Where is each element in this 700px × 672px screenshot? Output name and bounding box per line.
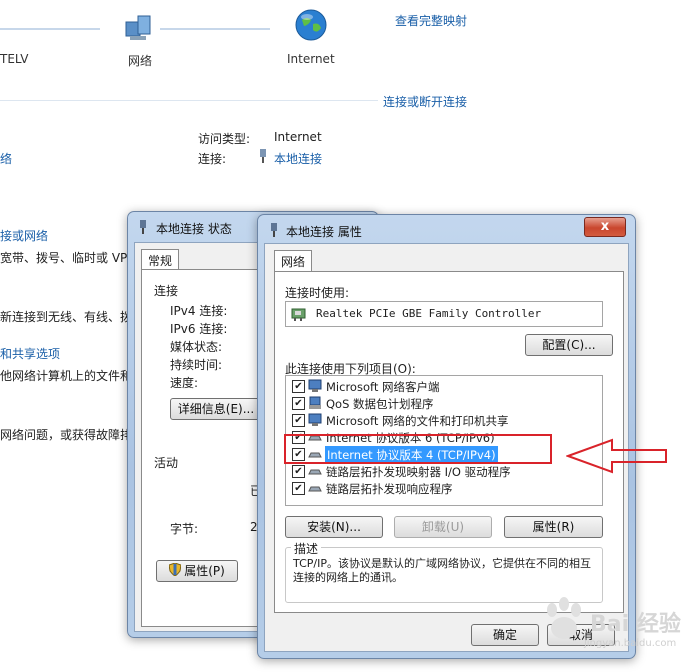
details-button[interactable]: 详细信息(E)...: [170, 398, 262, 420]
duration-label: 持续时间:: [170, 358, 223, 372]
status-properties-label: 属性(P): [184, 564, 225, 578]
item-checkbox[interactable]: ✔: [292, 482, 305, 495]
left-task-desc: 宽带、拨号、临时或 VP: [0, 251, 128, 265]
connection-icon: [137, 219, 149, 238]
list-item[interactable]: ✔ 链路层拓扑发现响应程序: [286, 480, 602, 497]
status-properties-button[interactable]: 属性(P): [156, 560, 238, 582]
protocol-icon: [308, 481, 322, 498]
ipv6-connectivity-label: IPv6 连接:: [170, 322, 228, 336]
left-task-desc: 网络问题，或获得故障排: [0, 428, 133, 442]
map-node-label: 网络: [128, 54, 153, 68]
properties-dialog-title: 本地连接 属性: [286, 225, 362, 239]
map-node-label: TELV: [0, 52, 29, 66]
watermark-text: Bai 经验: [590, 612, 681, 637]
speed-label: 速度:: [170, 376, 199, 390]
item-label: 链路层拓扑发现映射器 I/O 驱动程序: [326, 465, 511, 479]
left-task-desc: 他网络计算机上的文件和: [0, 369, 133, 383]
bytes-label: 字节:: [170, 522, 199, 536]
connect-using-label: 连接时使用:: [285, 286, 350, 300]
item-checkbox[interactable]: ✔: [292, 465, 305, 478]
left-link[interactable]: 络: [0, 150, 12, 167]
adapter-box: Realtek PCIe GBE Family Controller: [285, 301, 603, 327]
left-task-link[interactable]: 和共享选项: [0, 345, 60, 362]
uninstall-button[interactable]: 卸载(U): [394, 516, 492, 538]
description-text: TCP/IP。该协议是默认的广域网络协议，它提供在不同的相互连接的网络上的通讯。: [293, 557, 591, 584]
qos-icon: [308, 396, 322, 413]
ipv4-connectivity-label: IPv4 连接:: [170, 304, 228, 318]
view-full-map-link[interactable]: 查看完整映射: [395, 12, 467, 29]
list-item[interactable]: ✔ QoS 数据包计划程序: [286, 395, 602, 412]
item-checkbox[interactable]: ✔: [292, 414, 305, 427]
access-type-label: 访问类型:: [198, 132, 251, 146]
protocol-icon: [308, 464, 322, 481]
connection-label: 连接:: [198, 152, 227, 166]
connection-icon: [257, 148, 269, 167]
close-button[interactable]: x: [584, 217, 626, 237]
item-checkbox[interactable]: ✔: [292, 397, 305, 410]
watermark-url: jingyan.baidu.com: [584, 638, 677, 649]
file-sharing-icon: [308, 413, 322, 430]
red-arrow-icon: [565, 436, 670, 479]
baidu-watermark: Bai 经验 jingyan.baidu.com: [540, 596, 690, 656]
item-properties-button[interactable]: 属性(R): [504, 516, 603, 538]
divider: [0, 100, 378, 101]
section-connection-label: 连接: [154, 284, 179, 298]
access-type-value: Internet: [274, 130, 322, 144]
install-button[interactable]: 安装(N)...: [285, 516, 383, 538]
list-item[interactable]: ✔ Microsoft 网络的文件和打印机共享: [286, 412, 602, 429]
status-dialog-title: 本地连接 状态: [156, 222, 232, 236]
configure-button[interactable]: 配置(C)...: [525, 334, 613, 356]
item-label: Microsoft 网络的文件和打印机共享: [326, 414, 509, 428]
adapter-name: Realtek PCIe GBE Family Controller: [316, 307, 542, 320]
map-node-label: Internet: [287, 52, 335, 66]
shield-icon: [168, 561, 182, 582]
client-icon: [308, 379, 322, 396]
section-activity-label: 活动: [154, 456, 179, 470]
highlight-box: [284, 434, 552, 464]
network-adapter-icon: [291, 306, 307, 325]
media-state-label: 媒体状态:: [170, 340, 223, 354]
map-connector: [0, 28, 100, 30]
item-checkbox[interactable]: ✔: [292, 380, 305, 393]
description-label: 描述: [291, 540, 322, 557]
item-label: 链路层拓扑发现响应程序: [326, 482, 453, 496]
map-connector: [160, 28, 270, 30]
left-task-desc: 新连接到无线、有线、拨: [0, 310, 133, 324]
item-label: Microsoft 网络客户端: [326, 380, 440, 394]
paw-logo-icon: [547, 597, 581, 639]
ok-button[interactable]: 确定: [471, 624, 539, 646]
local-connection-link[interactable]: 本地连接: [274, 150, 322, 167]
list-item[interactable]: ✔ 链路层拓扑发现映射器 I/O 驱动程序: [286, 463, 602, 480]
left-task-link[interactable]: 接或网络: [0, 227, 48, 244]
connection-icon: [268, 222, 280, 241]
list-item[interactable]: ✔ Microsoft 网络客户端: [286, 378, 602, 395]
connect-disconnect-link[interactable]: 连接或断开连接: [383, 93, 467, 110]
item-label: QoS 数据包计划程序: [326, 397, 434, 411]
network-icon: [122, 12, 154, 44]
internet-globe-icon: [294, 8, 328, 42]
